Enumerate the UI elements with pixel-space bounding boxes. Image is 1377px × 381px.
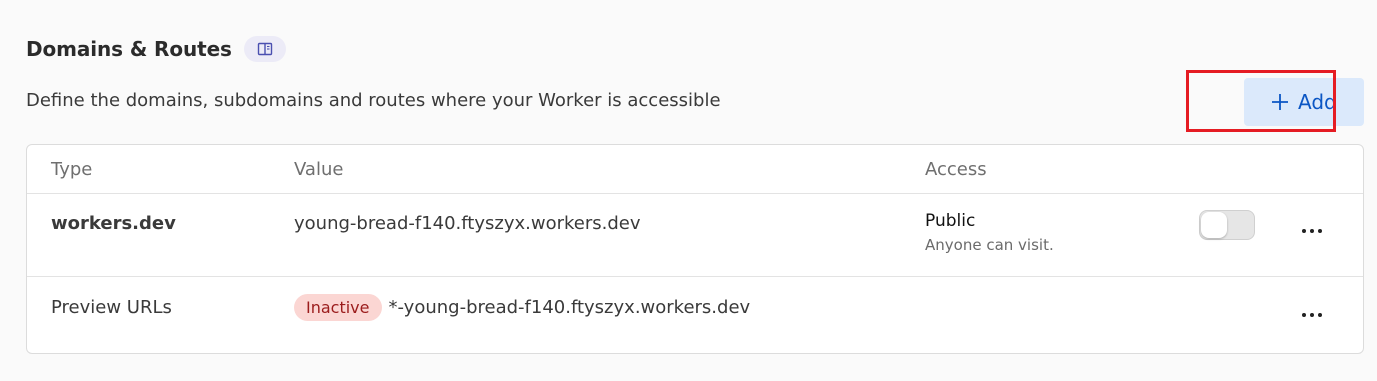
domains-routes-section: Domains & Routes Define the domains, sub…	[0, 0, 1377, 381]
add-route-button[interactable]: Add	[1244, 78, 1364, 126]
toggle-knob	[1201, 212, 1227, 238]
route-type: Preview URLs	[51, 297, 172, 318]
plus-icon	[1270, 92, 1290, 112]
section-title: Domains & Routes	[26, 37, 232, 61]
section-description: Define the domains, subdomains and route…	[26, 90, 721, 111]
docs-link[interactable]	[243, 36, 286, 62]
column-header-value: Value	[294, 159, 344, 180]
table-header: Type Value Access	[27, 145, 1363, 194]
table-row: workers.dev young-bread-f140.ftyszyx.wor…	[27, 193, 1363, 277]
route-value: young-bread-f140.ftyszyx.workers.dev	[294, 213, 641, 234]
column-header-type: Type	[51, 159, 93, 180]
access-description: Anyone can visit.	[925, 236, 1054, 254]
public-access-toggle[interactable]	[1199, 210, 1255, 240]
more-options-button[interactable]	[1299, 305, 1325, 325]
access-title: Public	[925, 211, 976, 231]
route-type: workers.dev	[51, 213, 176, 234]
section-header: Domains & Routes	[26, 36, 286, 62]
routes-table: Type Value Access workers.dev young-brea…	[26, 144, 1364, 354]
status-badge: Inactive	[294, 294, 382, 321]
table-row: Preview URLs Inactive *-young-bread-f140…	[27, 277, 1363, 354]
route-value: *-young-bread-f140.ftyszyx.workers.dev	[388, 297, 751, 318]
ellipsis-icon	[1301, 312, 1323, 318]
route-value-cell: Inactive *-young-bread-f140.ftyszyx.work…	[294, 294, 750, 321]
add-button-label: Add	[1298, 90, 1337, 114]
book-icon	[257, 42, 273, 56]
more-options-button[interactable]	[1299, 221, 1325, 241]
ellipsis-icon	[1301, 228, 1323, 234]
column-header-access: Access	[925, 159, 987, 180]
